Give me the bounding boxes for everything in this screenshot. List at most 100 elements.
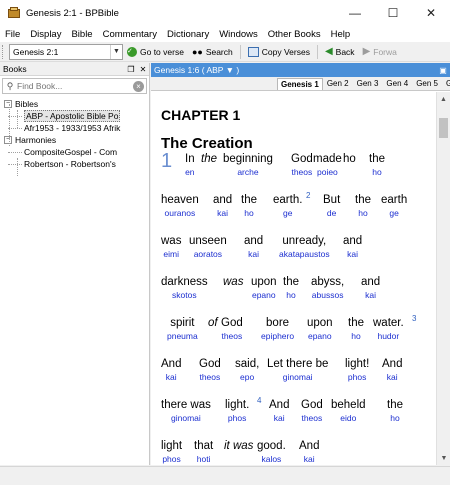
interlinear-word[interactable]: light. phos xyxy=(225,399,249,423)
toolbar-grip[interactable] xyxy=(2,44,6,59)
interlinear-word[interactable]: ho xyxy=(343,153,356,177)
interlinear-word[interactable]: God theos xyxy=(291,153,313,177)
tab-gen-6[interactable]: G xyxy=(442,77,450,90)
greek-word[interactable]: kai xyxy=(213,208,232,218)
menu-commentary[interactable]: Commentary xyxy=(98,29,162,40)
interlinear-word[interactable]: earth ge xyxy=(381,194,407,218)
interlinear-word[interactable]: the ho xyxy=(241,194,257,218)
go-to-verse-button[interactable]: ✓ Go to verse xyxy=(123,43,188,61)
find-book-input[interactable] xyxy=(17,81,133,91)
interlinear-word[interactable]: of xyxy=(208,317,218,341)
interlinear-word[interactable]: And kai xyxy=(382,358,402,382)
interlinear-word[interactable]: was eimi xyxy=(161,235,181,259)
find-book-field[interactable]: ⚲ × xyxy=(2,78,147,94)
interlinear-word[interactable]: there was ginomai xyxy=(161,399,211,423)
interlinear-word[interactable]: spirit pneuma xyxy=(167,317,198,341)
greek-word[interactable]: theos xyxy=(199,372,221,382)
interlinear-word[interactable]: upon epano xyxy=(307,317,333,341)
interlinear-word[interactable]: light! phos xyxy=(345,358,369,382)
greek-word[interactable] xyxy=(208,331,218,341)
forward-button[interactable]: ▶ Forwa xyxy=(359,43,401,61)
interlinear-word[interactable]: the ho xyxy=(283,276,299,300)
interlinear-word[interactable]: unseen aoratos xyxy=(189,235,227,259)
tab-gen-2[interactable]: Gen 2 xyxy=(323,77,353,90)
scroll-thumb[interactable] xyxy=(439,118,448,138)
interlinear-word[interactable]: earth. ge xyxy=(273,194,302,218)
greek-word[interactable]: de xyxy=(323,208,340,218)
interlinear-word[interactable]: said, epo xyxy=(235,358,259,382)
clear-search-icon[interactable]: × xyxy=(133,80,144,92)
interlinear-word[interactable]: darkness skotos xyxy=(161,276,208,300)
greek-word[interactable]: ho xyxy=(241,208,257,218)
interlinear-word[interactable]: unready, akatapaustos xyxy=(279,235,330,259)
greek-word[interactable]: epiphero xyxy=(261,331,294,341)
interlinear-word[interactable]: But de xyxy=(323,194,340,218)
interlinear-word[interactable]: the ho xyxy=(387,399,403,423)
greek-word[interactable]: kalos xyxy=(257,454,286,464)
interlinear-word[interactable]: that hoti xyxy=(194,440,213,464)
interlinear-word[interactable]: good. kalos xyxy=(257,440,286,464)
greek-word[interactable] xyxy=(224,454,253,464)
greek-word[interactable]: ouranos xyxy=(161,208,199,218)
chevron-down-icon[interactable]: ▼ xyxy=(110,44,122,59)
interlinear-word[interactable]: abyss, abussos xyxy=(311,276,344,300)
menu-help[interactable]: Help xyxy=(326,29,356,40)
interlinear-word[interactable]: the ho xyxy=(355,194,371,218)
bible-pane-reference[interactable]: Genesis 1:6 ( ABP ▼ ) xyxy=(151,65,436,75)
collapse-icon[interactable]: − xyxy=(4,136,12,144)
greek-word[interactable]: ho xyxy=(387,413,403,423)
scroll-up-icon[interactable]: ▲ xyxy=(437,92,450,106)
interlinear-word[interactable]: light phos xyxy=(161,440,182,464)
interlinear-word[interactable]: And kai xyxy=(269,399,289,423)
tab-gen-5[interactable]: Gen 5 xyxy=(412,77,442,90)
menu-other-books[interactable]: Other Books xyxy=(263,29,326,40)
tree-item-abp[interactable]: ABP - Apostolic Bible Po xyxy=(0,110,149,122)
greek-word[interactable]: ho xyxy=(355,208,371,218)
greek-word[interactable]: kai xyxy=(269,413,289,423)
interlinear-word[interactable]: And kai xyxy=(299,440,319,464)
search-button[interactable]: ●● Search xyxy=(188,43,237,61)
greek-word[interactable]: epano xyxy=(307,331,333,341)
interlinear-word[interactable]: and kai xyxy=(213,194,232,218)
interlinear-word[interactable]: Let there be ginomai xyxy=(267,358,328,382)
restore-pane-icon[interactable]: ❐ xyxy=(125,65,137,74)
greek-word[interactable]: eimi xyxy=(161,249,181,259)
interlinear-word[interactable]: heaven ouranos xyxy=(161,194,199,218)
interlinear-word[interactable]: God theos xyxy=(221,317,243,341)
greek-word[interactable]: ge xyxy=(273,208,302,218)
interlinear-word[interactable]: upon epano xyxy=(251,276,277,300)
interlinear-word[interactable]: beginning arche xyxy=(223,153,273,177)
greek-word[interactable]: en xyxy=(185,167,195,177)
copy-verses-button[interactable]: Copy Verses xyxy=(244,43,314,61)
tree-item-compositegospel[interactable]: CompositeGospel - Com xyxy=(0,146,149,158)
scroll-down-icon[interactable]: ▼ xyxy=(437,451,450,465)
reference-value[interactable]: Genesis 2:1 xyxy=(10,47,110,57)
greek-word[interactable]: poieo xyxy=(313,167,342,177)
greek-word[interactable] xyxy=(201,167,217,177)
collapse-icon[interactable]: − xyxy=(4,100,12,108)
greek-word[interactable] xyxy=(223,290,243,300)
interlinear-word[interactable]: the xyxy=(201,153,217,177)
greek-word[interactable]: theos xyxy=(301,413,323,423)
greek-word[interactable]: phos xyxy=(345,372,369,382)
close-button[interactable]: ✕ xyxy=(412,0,450,26)
greek-word[interactable]: phos xyxy=(225,413,249,423)
interlinear-word[interactable]: God theos xyxy=(199,358,221,382)
bible-pane-header[interactable]: Genesis 1:6 ( ABP ▼ ) ▣ xyxy=(151,63,450,77)
greek-word[interactable]: kai xyxy=(382,372,402,382)
tree-item-afr1953[interactable]: Afr1953 - 1933/1953 Afrik xyxy=(0,122,149,134)
interlinear-word[interactable]: and kai xyxy=(361,276,380,300)
greek-word[interactable]: ge xyxy=(381,208,407,218)
menu-file[interactable]: File xyxy=(0,29,25,40)
greek-word[interactable]: kai xyxy=(244,249,263,259)
verse-number[interactable]: 4 xyxy=(257,396,261,405)
menu-bible[interactable]: Bible xyxy=(66,29,97,40)
interlinear-word[interactable]: And kai xyxy=(161,358,181,382)
interlinear-word[interactable]: the ho xyxy=(369,153,385,177)
greek-word[interactable]: skotos xyxy=(161,290,208,300)
verse-number[interactable]: 3 xyxy=(412,314,416,323)
verse-number[interactable]: 1 xyxy=(161,150,172,173)
maximize-button[interactable]: ☐ xyxy=(374,0,412,26)
greek-word[interactable]: hudor xyxy=(373,331,404,341)
interlinear-word[interactable]: and kai xyxy=(244,235,263,259)
